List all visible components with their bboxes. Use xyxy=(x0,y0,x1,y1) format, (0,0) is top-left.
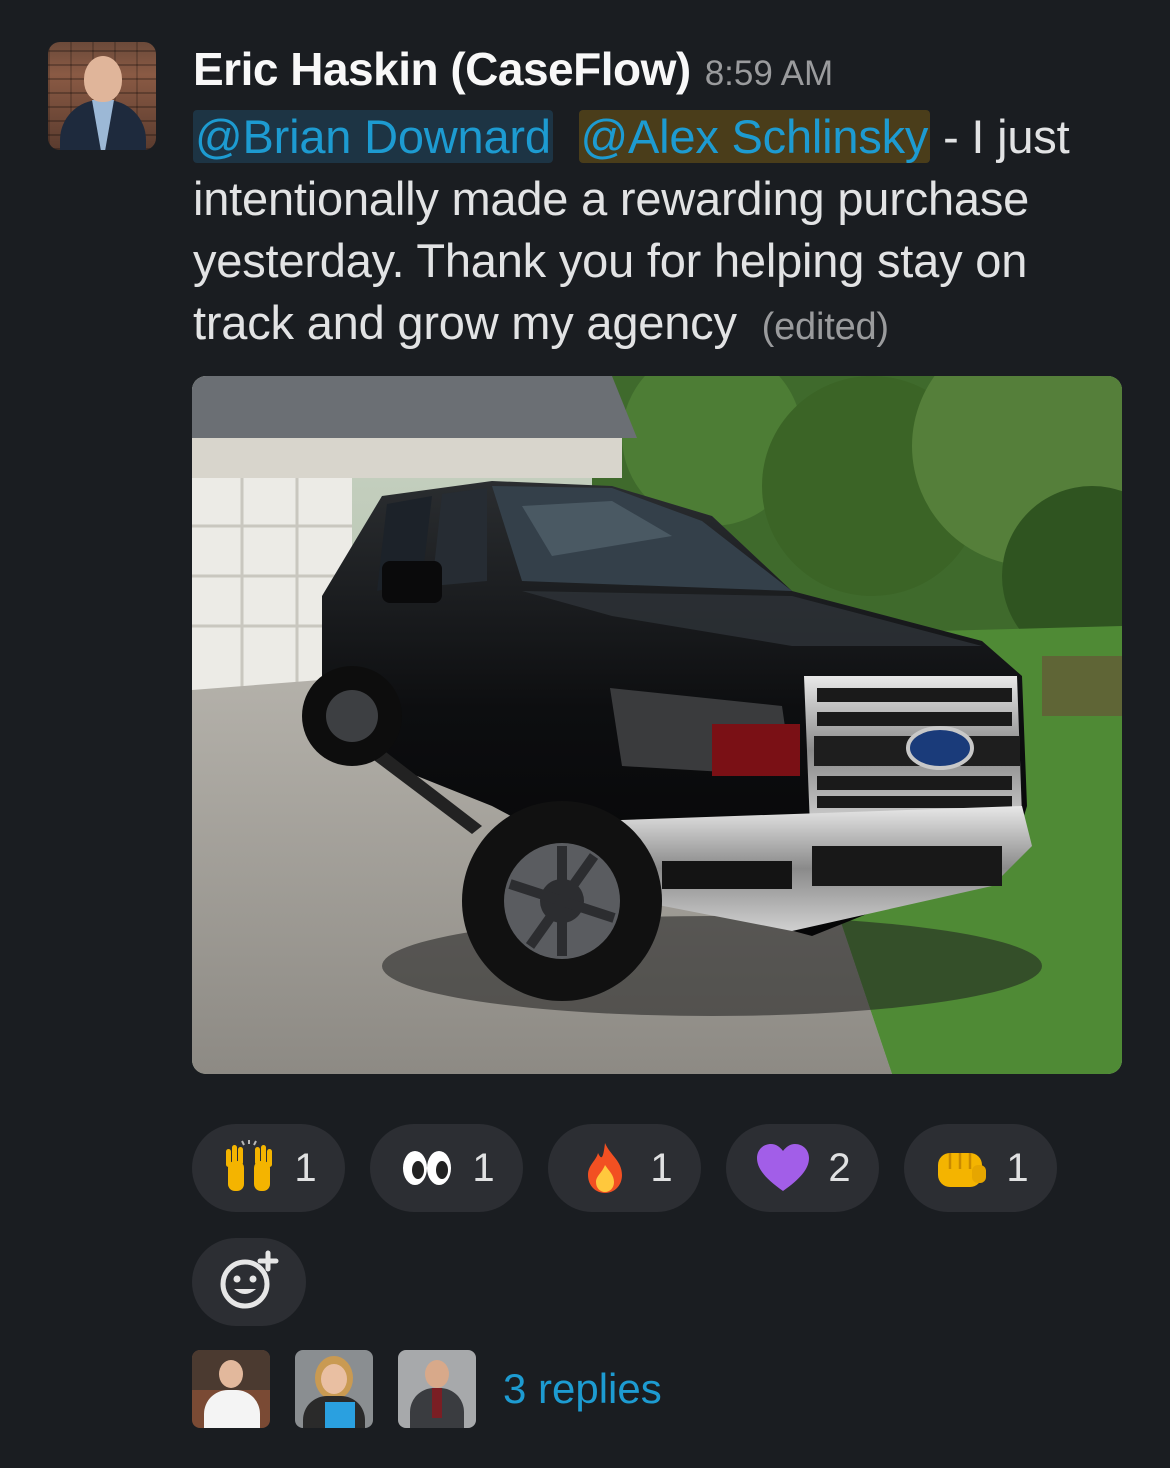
mention-brian-downard[interactable]: @Brian Downard xyxy=(193,110,553,163)
reply-avatar-3 xyxy=(398,1350,476,1428)
reaction-purple-heart[interactable]: 2 xyxy=(726,1124,879,1212)
thread-summary[interactable]: 3 replies xyxy=(192,1350,662,1428)
reaction-fist-bump[interactable]: 1 xyxy=(904,1124,1057,1212)
edited-label: (edited) xyxy=(761,306,889,348)
reaction-fire[interactable]: 1 xyxy=(548,1124,701,1212)
author-name[interactable]: Eric Haskin (CaseFlow) xyxy=(193,42,691,96)
add-emoji-icon xyxy=(218,1249,280,1316)
image-attachment[interactable] xyxy=(192,376,1122,1074)
raised-hands-icon xyxy=(220,1139,278,1197)
message-text: intentionally made a rewarding purchase … xyxy=(193,172,1030,349)
reaction-count: 1 xyxy=(650,1145,673,1190)
reply-avatar-2 xyxy=(295,1350,373,1428)
reactions-bar: 1 1 1 2 1 xyxy=(192,1124,1057,1212)
message-text-tail: - I just xyxy=(930,110,1070,163)
add-reaction-button[interactable] xyxy=(192,1238,306,1326)
slack-message: Eric Haskin (CaseFlow) 8:59 AM @Brian Do… xyxy=(0,0,1170,1468)
fire-icon xyxy=(576,1139,634,1197)
reaction-count: 1 xyxy=(1006,1145,1029,1190)
message-timestamp[interactable]: 8:59 AM xyxy=(705,54,833,94)
reaction-count: 1 xyxy=(294,1145,317,1190)
truck-photo-icon xyxy=(192,376,1122,1074)
eyes-icon xyxy=(398,1139,456,1197)
reaction-count: 2 xyxy=(828,1145,851,1190)
reaction-eyes[interactable]: 1 xyxy=(370,1124,523,1212)
replies-link[interactable]: 3 replies xyxy=(503,1365,662,1413)
message-body: @Brian Downard @Alex Schlinsky - I just … xyxy=(193,106,1133,358)
mention-alex-schlinsky[interactable]: @Alex Schlinsky xyxy=(578,110,931,163)
reaction-raised-hands[interactable]: 1 xyxy=(192,1124,345,1212)
message-header: Eric Haskin (CaseFlow) 8:59 AM xyxy=(193,42,833,102)
fist-bump-icon xyxy=(932,1139,990,1197)
purple-heart-icon xyxy=(754,1139,812,1197)
author-avatar[interactable] xyxy=(48,42,156,150)
reaction-count: 1 xyxy=(472,1145,495,1190)
reply-avatar-1 xyxy=(192,1350,270,1428)
